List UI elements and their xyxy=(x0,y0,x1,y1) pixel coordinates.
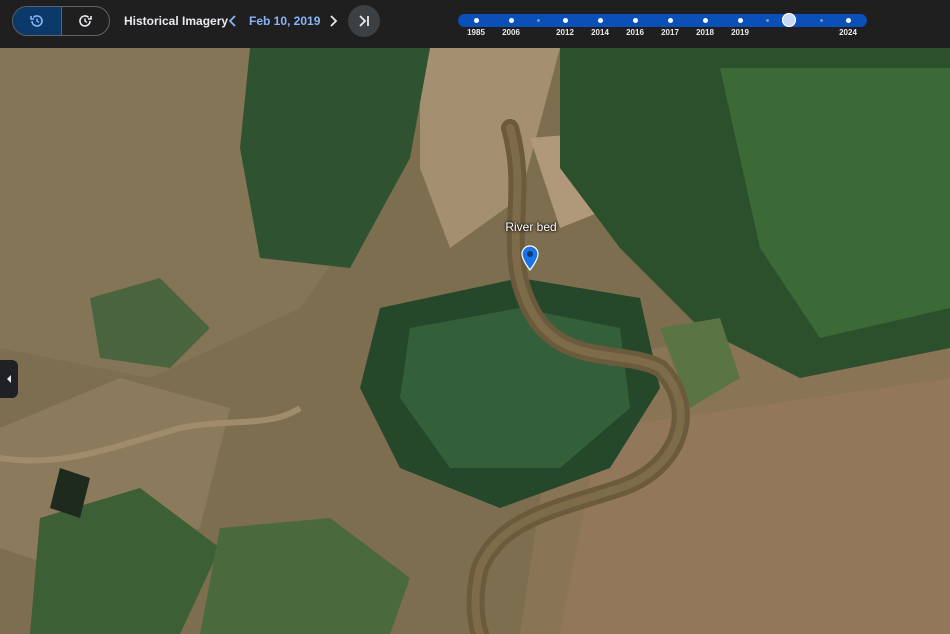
skip-to-latest-icon xyxy=(359,15,369,27)
page-title: Historical Imagery xyxy=(124,14,229,28)
selected-date: Feb 10, 2019 xyxy=(249,14,321,28)
timeline-year-label: 2024 xyxy=(839,28,857,37)
timeline-year-dot[interactable] xyxy=(509,18,514,23)
time-travel-icon xyxy=(79,15,93,27)
timeline-year-dot[interactable] xyxy=(474,18,479,23)
history-icon xyxy=(29,15,43,27)
timeline-year-dot[interactable] xyxy=(598,18,603,23)
timeline-year-dot[interactable] xyxy=(633,18,638,23)
chevron-right-icon xyxy=(330,15,338,27)
timeline-handle[interactable] xyxy=(782,13,797,27)
collapse-panel-icon xyxy=(7,375,11,383)
timeline-year-label: 2019 xyxy=(731,28,749,37)
timeline-year-dot[interactable] xyxy=(738,18,743,23)
previous-date-button[interactable] xyxy=(225,12,241,30)
timeline-year-label: 1985 xyxy=(467,28,485,37)
timeline-year-label: 2006 xyxy=(502,28,520,37)
satellite-imagery xyxy=(0,48,950,634)
timeline-year-dot[interactable] xyxy=(703,18,708,23)
collapse-panel-button[interactable] xyxy=(0,360,18,398)
skip-to-latest-button[interactable] xyxy=(348,5,380,37)
chevron-left-icon xyxy=(228,15,236,27)
timeline-dot[interactable] xyxy=(537,19,540,22)
imagery-mode-toggle xyxy=(12,6,110,36)
timeline-year-label: 2016 xyxy=(626,28,644,37)
current-time-mode-button[interactable] xyxy=(60,7,110,35)
toolbar: Historical Imagery Feb 10, 2019 1985 200… xyxy=(0,0,950,48)
timeline-year-label: 2017 xyxy=(661,28,679,37)
pin-label: River bed xyxy=(505,220,557,234)
timeline-dot[interactable] xyxy=(820,19,823,22)
next-date-button[interactable] xyxy=(325,12,341,30)
timeline-year-label: 2012 xyxy=(556,28,574,37)
satellite-map[interactable] xyxy=(0,48,950,634)
timeline-year-label: 2018 xyxy=(696,28,714,37)
timeline-year-label: 2014 xyxy=(591,28,609,37)
timeline-slider[interactable] xyxy=(458,13,867,27)
timeline-dot[interactable] xyxy=(766,19,769,22)
historical-mode-button[interactable] xyxy=(13,7,61,35)
timeline-year-dot[interactable] xyxy=(668,18,673,23)
location-pin[interactable] xyxy=(520,245,540,271)
timeline-year-dot[interactable] xyxy=(563,18,568,23)
timeline-year-dot[interactable] xyxy=(846,18,851,23)
location-pin-icon xyxy=(521,245,539,271)
